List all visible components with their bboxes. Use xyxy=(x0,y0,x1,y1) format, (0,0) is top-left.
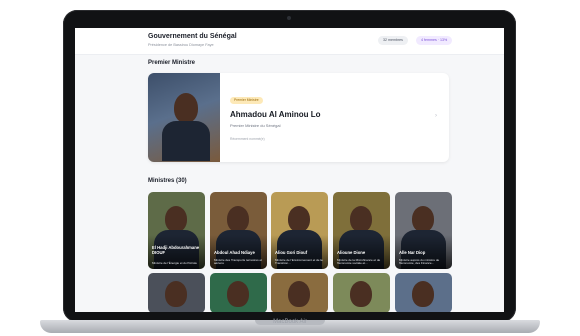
members-count-badge: 32 membres xyxy=(378,36,408,45)
minister-card[interactable] xyxy=(148,273,205,312)
ministers-section-heading: Ministres (30) xyxy=(148,178,187,184)
women-count-badge: 4 femmes · 13% xyxy=(416,36,453,45)
minister-photo-head xyxy=(288,281,310,307)
minister-card[interactable]: El Hadji Abdourahmane DIOUF Ministre de l… xyxy=(148,192,205,269)
minister-photo-head xyxy=(165,206,187,232)
minister-photo-head xyxy=(412,281,434,307)
page-subtitle: Présidence de Bassirou Diomaye Faye xyxy=(148,43,214,47)
pm-role-badge: Premier Ministre xyxy=(230,97,263,104)
minister-photo-head xyxy=(227,281,249,307)
minister-name: El Hadji Abdourahmane DIOUF xyxy=(152,245,200,255)
minister-role: Ministre des Transports terrestres et aé… xyxy=(214,257,263,266)
prime-minister-card[interactable]: Premier Ministre Ahmadou Al Aminou Lo Pr… xyxy=(148,73,449,162)
chevron-right-icon[interactable]: › xyxy=(435,113,437,119)
pm-section-heading: Premier Ministre xyxy=(148,60,196,66)
pm-name: Ahmadou Al Aminou Lo xyxy=(230,110,321,119)
minister-name: Aliou Gori Diouf xyxy=(275,250,308,255)
minister-card[interactable] xyxy=(333,273,390,312)
pm-role: Premier Ministre du Sénégal xyxy=(230,123,281,128)
minister-photo-head xyxy=(412,206,434,232)
page-title: Gouvernement du Sénégal xyxy=(148,33,237,40)
minister-role: Ministre de la Microfinance et de l'Écon… xyxy=(337,257,381,266)
pm-photo xyxy=(148,73,220,162)
pm-torso xyxy=(162,121,210,161)
minister-photo-head xyxy=(227,206,249,232)
minister-role: Ministre auprès du ministre de l'Économi… xyxy=(399,257,440,266)
minister-card[interactable]: Aliou Gori Diouf Ministre de l'Environnem… xyxy=(271,192,328,269)
minister-photo-head xyxy=(288,206,310,232)
app-header: Gouvernement du Sénégal Présidence de Ba… xyxy=(75,28,504,55)
minister-name: Alle Nar Diop xyxy=(399,250,426,255)
minister-card[interactable] xyxy=(395,273,452,312)
minister-card[interactable]: Abdoul Ahad Ndiaye Ministre des Transport… xyxy=(210,192,267,269)
pm-head xyxy=(174,93,198,123)
minister-card[interactable] xyxy=(271,273,328,312)
minister-card[interactable]: Alioune Dione Ministre de la Microfinance… xyxy=(333,192,390,269)
minister-photo-head xyxy=(350,281,372,307)
app-screen: Gouvernement du Sénégal Présidence de Ba… xyxy=(75,28,504,312)
minister-role: Ministre de l'Environnement et de la Tra… xyxy=(275,257,323,266)
camera-icon xyxy=(287,16,291,20)
pm-meta: Récemment nommé(e) xyxy=(230,137,265,141)
minister-card[interactable] xyxy=(210,273,267,312)
minister-name: Abdoul Ahad Ndiaye xyxy=(214,250,255,255)
minister-role: Ministre de l'Énergie et du Pétrole xyxy=(152,261,197,266)
minister-photo-head xyxy=(165,281,187,307)
device-brand: MacBook Air xyxy=(273,319,307,325)
minister-photo-head xyxy=(350,206,372,232)
minister-name: Alioune Dione xyxy=(337,250,366,255)
minister-card[interactable]: Alle Nar Diop Ministre auprès du ministre… xyxy=(395,192,452,269)
